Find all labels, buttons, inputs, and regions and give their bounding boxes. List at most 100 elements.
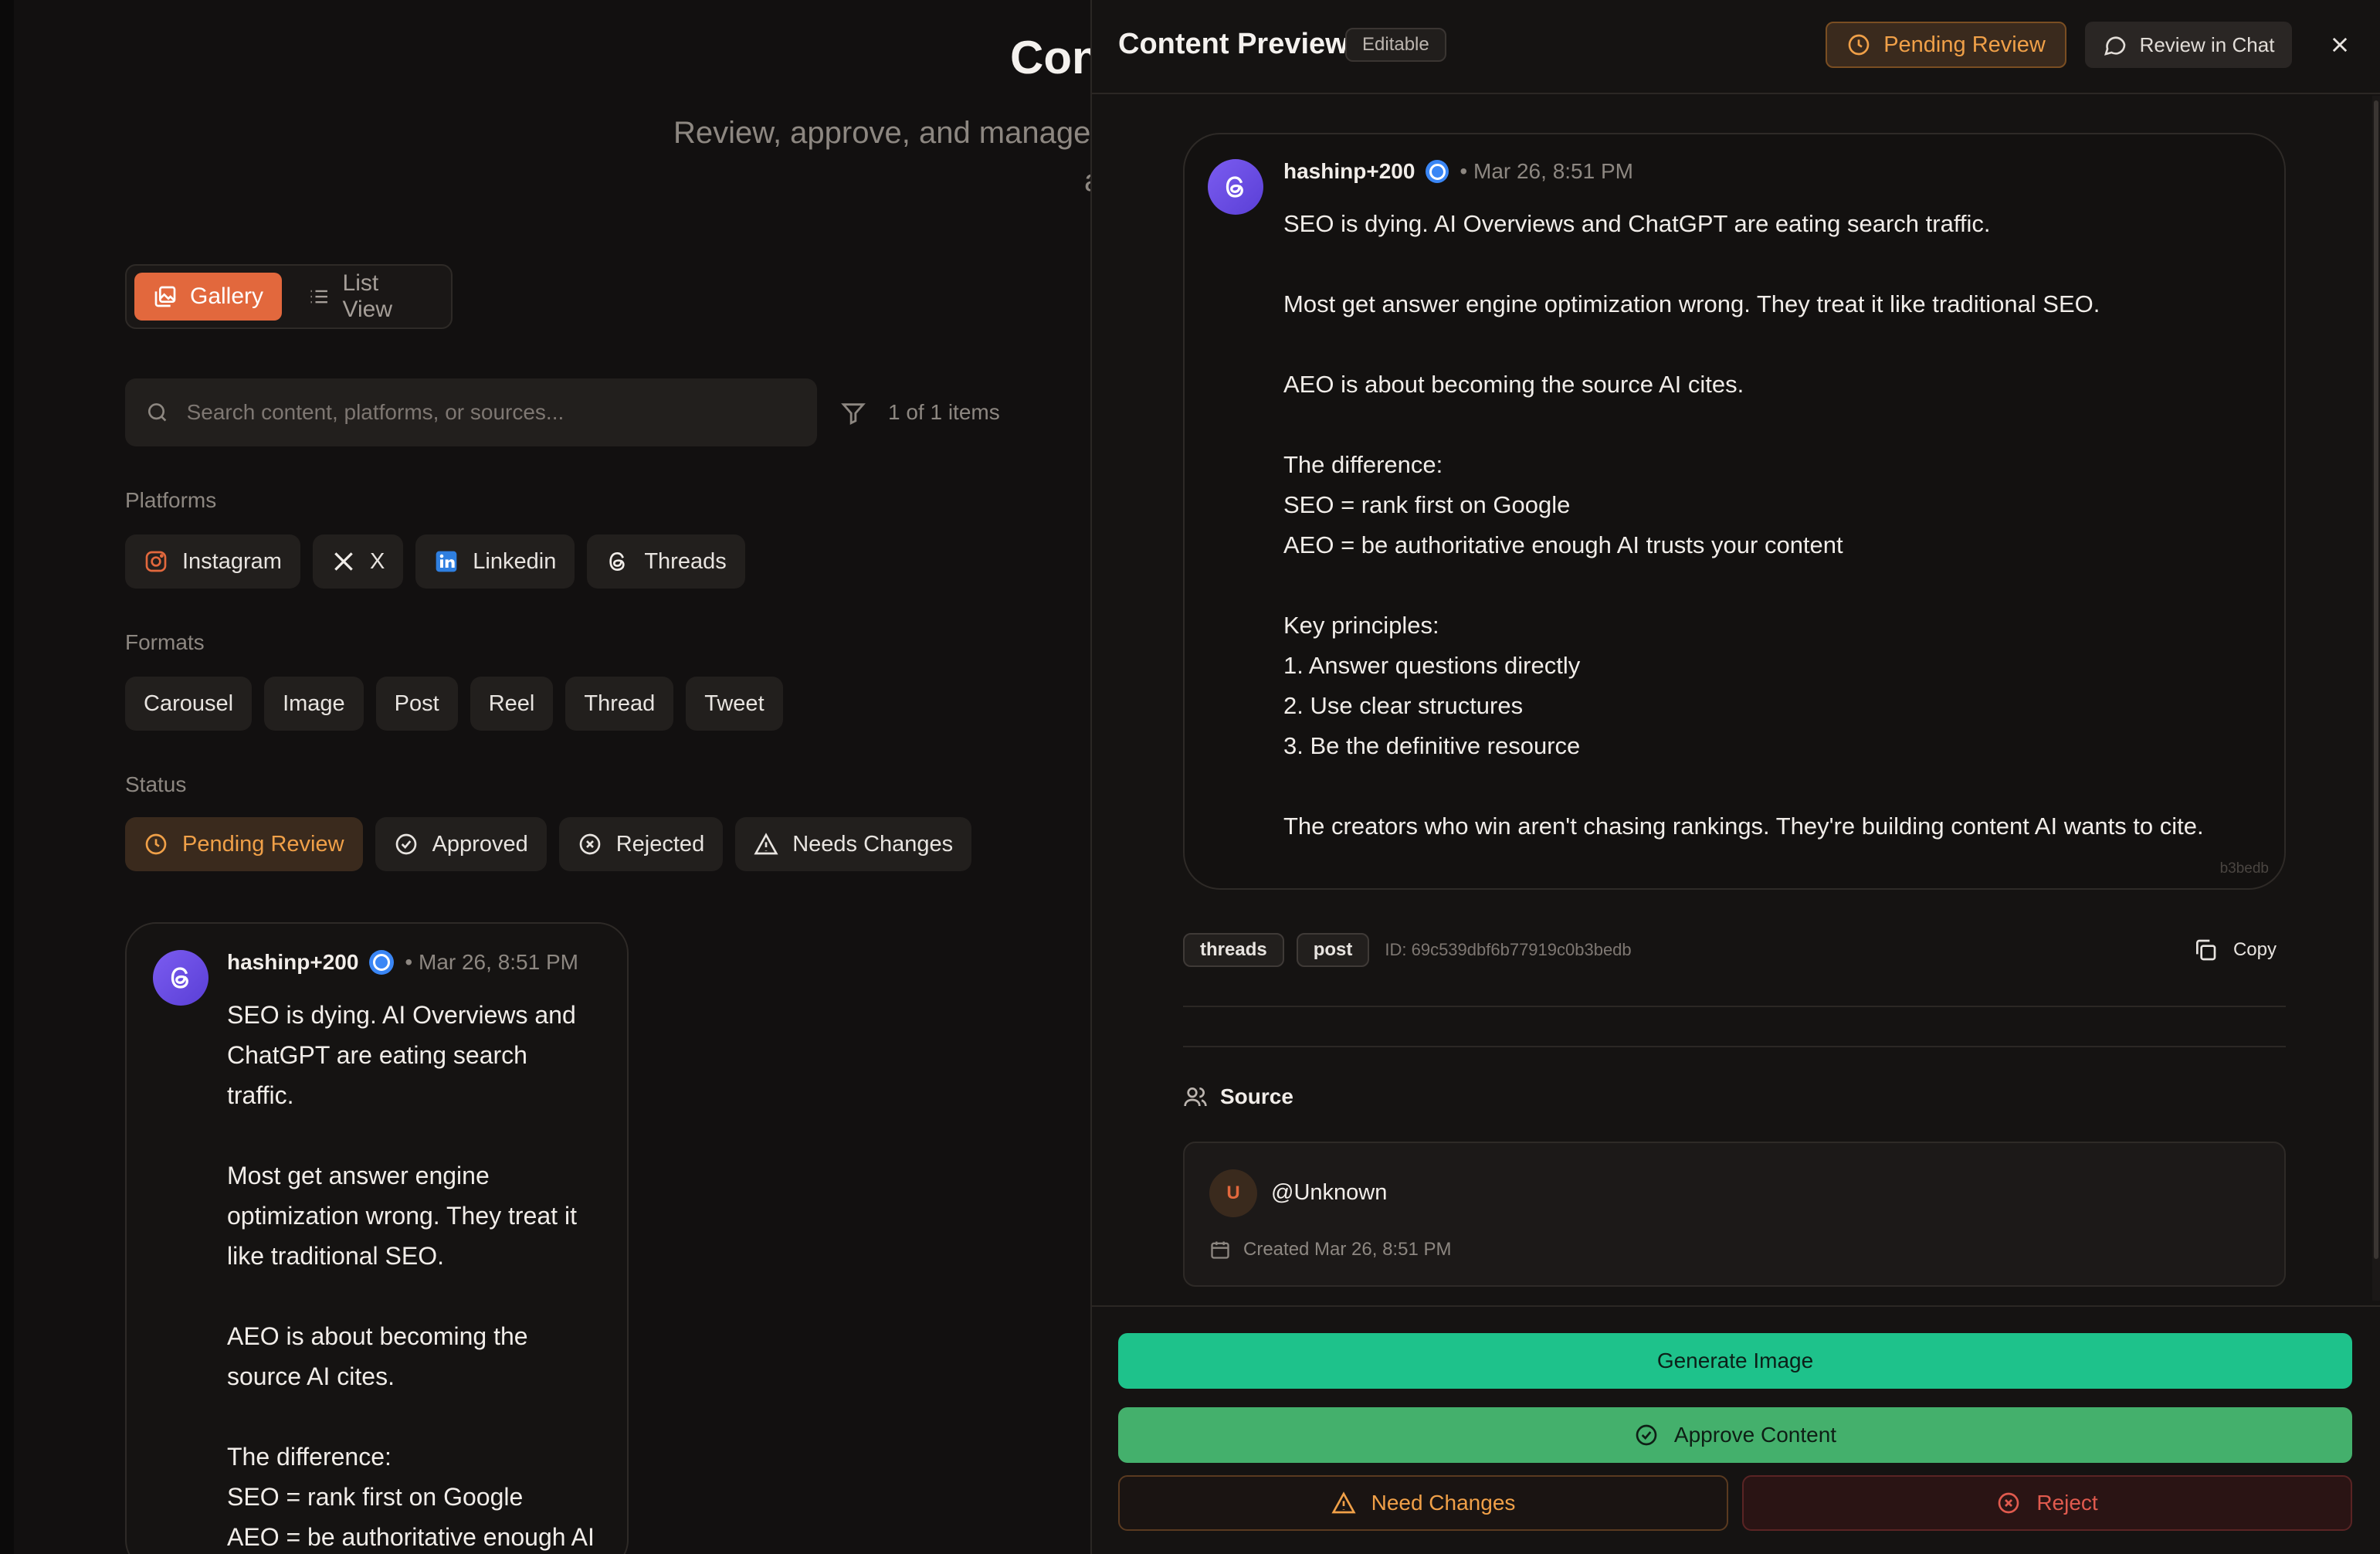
source-card: U @Unknown Created Mar 26, 8:51 PM	[1183, 1142, 2286, 1287]
filter-icon[interactable]	[840, 400, 866, 426]
format-chip-image[interactable]: Image	[264, 677, 364, 731]
scrollbar-thumb[interactable]	[2374, 100, 2378, 1259]
review-in-chat-label: Review in Chat	[2139, 32, 2275, 56]
post-body: SEO is dying. AI Overviews and ChatGPT a…	[227, 1001, 595, 1551]
format-chip-reel[interactable]: Reel	[470, 677, 554, 731]
reject-label: Reject	[2036, 1491, 2098, 1515]
post-body-editable[interactable]: SEO is dying. AI Overviews and ChatGPT a…	[1283, 204, 2280, 847]
clock-icon	[145, 833, 167, 855]
x-logo-icon	[334, 552, 353, 571]
calendar-icon	[1211, 1241, 1229, 1259]
check-circle-icon	[395, 833, 416, 855]
list-view-button[interactable]: List View	[290, 270, 443, 322]
threads-icon	[171, 967, 188, 989]
need-changes-label: Need Changes	[1371, 1491, 1516, 1515]
format-chip-thread[interactable]: Thread	[565, 677, 674, 731]
drawer-title: Content Preview	[1118, 28, 1348, 60]
platform-chip-x[interactable]: X	[312, 534, 404, 589]
close-icon	[2332, 37, 2348, 53]
list-icon	[310, 290, 327, 304]
format-chip-carousel[interactable]: Carousel	[125, 677, 253, 731]
drawer-header: Content Preview Editable Pending Review …	[1092, 0, 2380, 94]
page-subtitle: Review, approve, and manage	[673, 116, 1091, 150]
copy-icon	[2195, 939, 2216, 961]
post-timestamp: • Mar 26, 8:51 PM	[405, 950, 578, 974]
gallery-icon	[154, 286, 176, 307]
item-count: 1 of 1 items	[888, 400, 1000, 424]
threads-avatar	[153, 950, 209, 1006]
source-handle: @Unknown	[1271, 1180, 1388, 1205]
status-chip-label: Rejected	[615, 831, 705, 857]
platform-chip-instagram[interactable]: Instagram	[125, 534, 300, 589]
review-in-chat-button[interactable]: Review in Chat	[2085, 22, 2292, 68]
platform-chip-label: X	[369, 548, 385, 574]
generate-image-button[interactable]: Generate Image	[1118, 1333, 2352, 1389]
status-chip-pending[interactable]: Pending Review	[125, 817, 363, 871]
threads-icon	[609, 551, 625, 572]
copy-id-button[interactable]: Copy	[2193, 938, 2286, 962]
platform-chip-threads[interactable]: Threads	[587, 534, 745, 589]
platform-chip-linkedin[interactable]: Linkedin	[415, 534, 575, 589]
username: hashinp+200	[227, 950, 359, 974]
action-footer: Generate Image Approve Content Need Chan…	[1092, 1305, 2380, 1554]
check-circle-icon	[1636, 1424, 1657, 1446]
verified-badge-icon	[369, 950, 395, 975]
clock-icon	[1848, 34, 1870, 56]
approve-content-label: Approve Content	[1673, 1423, 1837, 1447]
platform-tag: threads	[1183, 933, 1284, 967]
chat-bubble-icon	[2104, 36, 2125, 56]
close-button[interactable]	[2321, 26, 2358, 63]
page-title: Con	[1010, 32, 1100, 83]
content-id: ID: 69c539dbf6b77919c0b3bedb	[1385, 940, 1632, 959]
source-avatar: U	[1209, 1169, 1257, 1217]
gallery-label: Gallery	[190, 283, 264, 309]
drawer-body[interactable]: hashinp+200 • Mar 26, 8:51 PM SEO is dyi…	[1092, 94, 2380, 1305]
list-view-label: List View	[342, 270, 393, 322]
post-preview-card[interactable]: hashinp+200 • Mar 26, 8:51 PM SEO is dyi…	[1183, 133, 2286, 890]
format-tag: post	[1296, 933, 1370, 967]
divider	[1183, 1046, 2286, 1047]
gallery-view-button[interactable]: Gallery	[134, 273, 283, 321]
status-chip-approved[interactable]: Approved	[375, 817, 547, 871]
x-circle-icon	[1998, 1492, 2019, 1514]
platform-chip-label: Threads	[644, 548, 727, 574]
source-heading: Source	[1183, 1084, 1293, 1109]
platform-filters: Instagram X Linkedin Threads	[125, 534, 745, 589]
platforms-label: Platforms	[125, 488, 217, 512]
card-id-tag: b3bedb	[2219, 860, 2269, 877]
username: hashinp+200	[1283, 159, 1415, 183]
view-toggle: Gallery List View	[125, 264, 453, 329]
instagram-icon	[145, 551, 167, 572]
status-dropdown-button[interactable]: Pending Review	[1826, 22, 2066, 68]
copy-label: Copy	[2233, 939, 2277, 960]
content-gallery-page: Con Review, approve, and manage a Galler…	[0, 0, 1101, 1554]
status-chip-rejected[interactable]: Rejected	[558, 817, 724, 871]
reject-button[interactable]: Reject	[1742, 1475, 2352, 1531]
post-header: hashinp+200 • Mar 26, 8:51 PM	[1283, 159, 1633, 184]
status-chip-label: Pending Review	[182, 831, 344, 857]
format-chip-post[interactable]: Post	[375, 677, 458, 731]
need-changes-button[interactable]: Need Changes	[1118, 1475, 1728, 1531]
status-filters: Pending Review Approved Rejected Needs C…	[125, 817, 972, 871]
approve-content-button[interactable]: Approve Content	[1118, 1407, 2352, 1463]
source-heading-label: Source	[1220, 1084, 1293, 1108]
editable-badge: Editable	[1345, 28, 1446, 62]
status-chip-label: Approved	[432, 831, 528, 857]
verified-badge-icon	[1426, 160, 1449, 183]
formats-label: Formats	[125, 630, 205, 654]
status-label: Status	[125, 772, 187, 796]
search-input[interactable]	[186, 400, 797, 425]
format-chip-tweet[interactable]: Tweet	[686, 677, 783, 731]
x-circle-icon	[579, 833, 601, 855]
search-bar	[125, 378, 817, 446]
status-button-label: Pending Review	[1883, 32, 2046, 57]
warning-icon	[754, 833, 778, 855]
linkedin-icon	[436, 551, 457, 572]
search-icon	[147, 403, 167, 422]
created-label: Created Mar 26, 8:51 PM	[1243, 1239, 1452, 1260]
format-filters: Carousel Image Post Reel Thread Tweet	[125, 677, 783, 731]
status-chip-needs-changes[interactable]: Needs Changes	[735, 817, 972, 871]
content-card[interactable]: hashinp+200 • Mar 26, 8:51 PM SEO is dyi…	[125, 922, 629, 1554]
users-icon	[1184, 1087, 1207, 1107]
divider	[1183, 1006, 2286, 1007]
